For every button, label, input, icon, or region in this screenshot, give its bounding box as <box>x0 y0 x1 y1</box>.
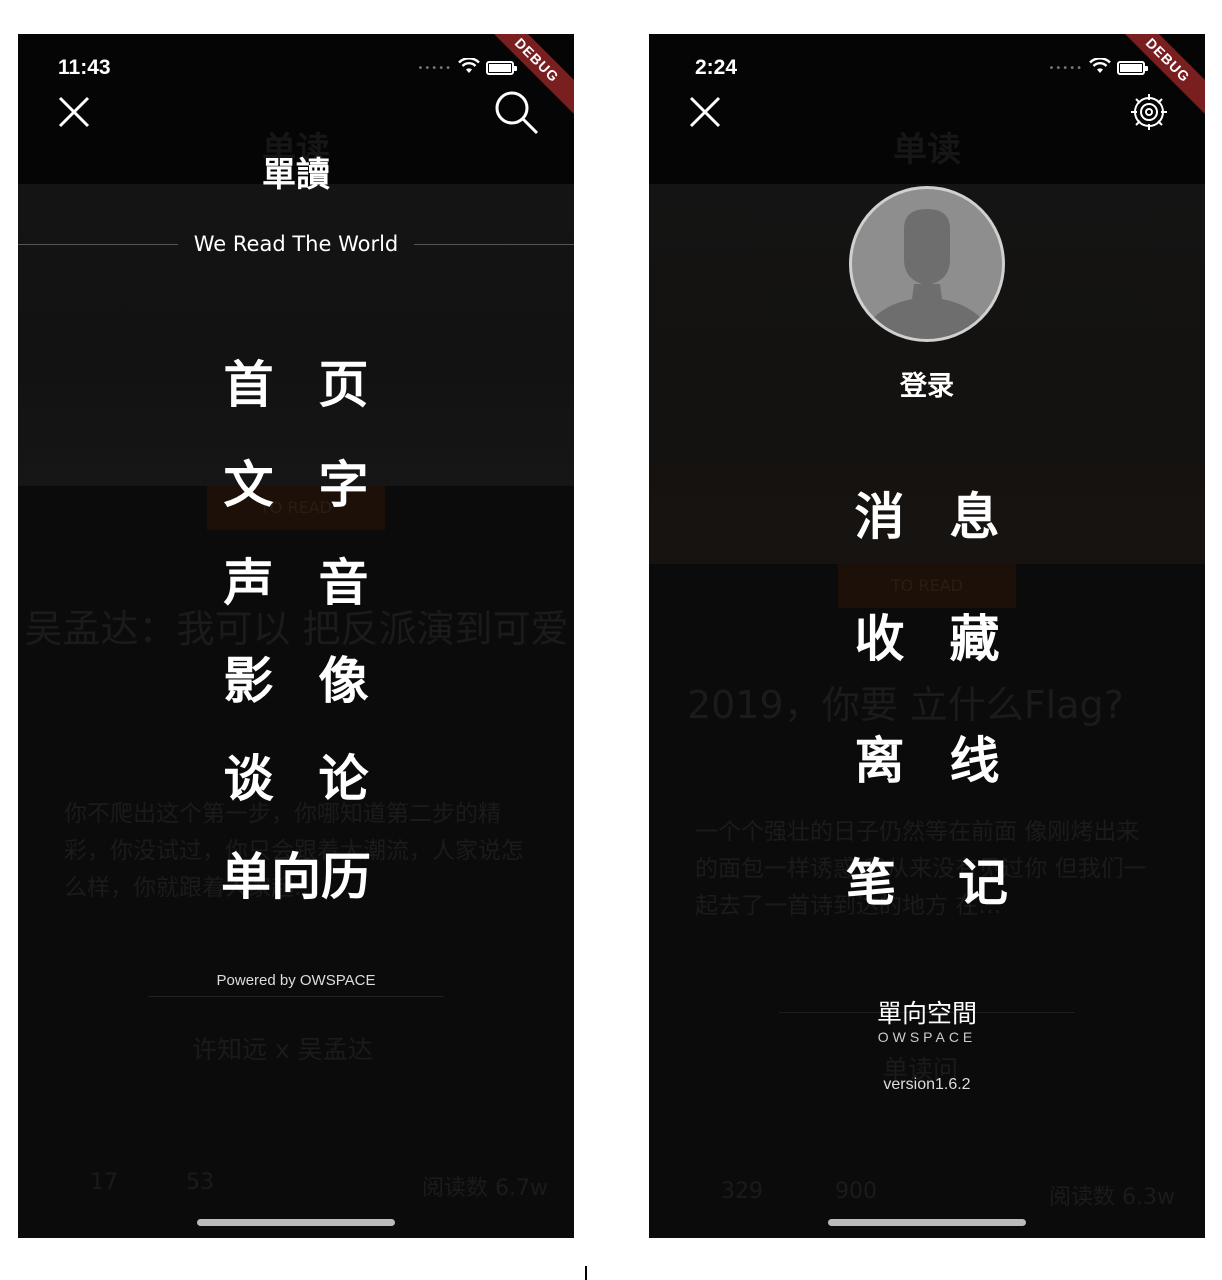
close-icon <box>689 96 721 128</box>
wifi-icon <box>1089 57 1111 78</box>
user-menu: 消息 收藏 离线 笔记 <box>649 484 1205 972</box>
search-icon <box>495 91 539 135</box>
background-read-count: 阅读数 6.3w <box>1049 1185 1175 1210</box>
menu-item-offline[interactable]: 离线 <box>649 728 1205 850</box>
signal-icon: ••••• <box>1048 62 1083 74</box>
login-link[interactable]: 登录 <box>649 364 1205 403</box>
signal-icon: ••••• <box>417 62 452 74</box>
close-icon <box>58 96 90 128</box>
menu-item-audio[interactable]: 声音 <box>18 550 574 648</box>
background-read-count: 阅读数 6.7w <box>422 1176 548 1201</box>
right-phone-screen: 单读 TO READ 2019，你要 立什么Flag? 一个个强壮的日子仍然等在… <box>649 34 1205 1238</box>
battery-icon <box>486 61 517 75</box>
menu-item-text[interactable]: 文字 <box>18 452 574 550</box>
settings-button[interactable] <box>1125 88 1173 136</box>
background-author: 许知远 x 吴孟达 <box>192 1035 373 1064</box>
close-button[interactable] <box>681 88 729 136</box>
divider <box>18 243 178 245</box>
background-comment-count: 17 <box>90 1170 118 1195</box>
gear-icon <box>1131 94 1167 130</box>
tagline-row: We Read The World <box>18 232 574 256</box>
status-time: 2:24 <box>695 56 738 79</box>
divider <box>148 996 444 997</box>
menu-item-calendar[interactable]: 单向历 <box>18 844 574 942</box>
powered-by: Powered by OWSPACE <box>216 972 376 989</box>
wifi-icon <box>458 57 480 78</box>
status-icons: ••••• <box>417 57 517 78</box>
brand-name-cn: 單向空間 <box>876 999 977 1028</box>
menu-item-video[interactable]: 影像 <box>18 648 574 746</box>
main-menu: 首页 文字 声音 影像 谈论 单向历 <box>18 352 574 942</box>
status-time: 11:43 <box>58 56 111 79</box>
menu-item-messages[interactable]: 消息 <box>649 484 1205 606</box>
close-button[interactable] <box>50 88 98 136</box>
brand-name-en: OWSPACE <box>877 1029 977 1045</box>
avatar-placeholder-icon <box>860 209 994 339</box>
status-icons: ••••• <box>1048 57 1148 78</box>
battery-icon <box>1117 61 1148 75</box>
home-indicator[interactable] <box>828 1219 1026 1226</box>
app-version: version1.6.2 <box>883 1076 971 1093</box>
background-like-count: 53 <box>186 1170 214 1195</box>
background-comment-count: 329 <box>721 1179 763 1204</box>
menu-item-discussion[interactable]: 谈论 <box>18 746 574 844</box>
avatar[interactable] <box>849 186 1005 342</box>
menu-item-home[interactable]: 首页 <box>18 352 574 452</box>
background-like-count: 900 <box>835 1179 877 1204</box>
divider <box>585 1266 587 1280</box>
background-app-title: 单读 <box>893 130 961 170</box>
search-button[interactable] <box>492 88 540 136</box>
menu-item-favorites[interactable]: 收藏 <box>649 606 1205 728</box>
home-indicator[interactable] <box>197 1219 395 1226</box>
app-logo: 單讀 <box>262 155 330 195</box>
divider <box>414 243 574 245</box>
menu-item-notes[interactable]: 笔记 <box>649 850 1205 972</box>
left-phone-screen: 单读 TO READ 吴孟达：我可以 把反派演到可爱 你不爬出这个第一步，你哪知… <box>18 34 574 1238</box>
tagline: We Read The World <box>193 232 399 256</box>
